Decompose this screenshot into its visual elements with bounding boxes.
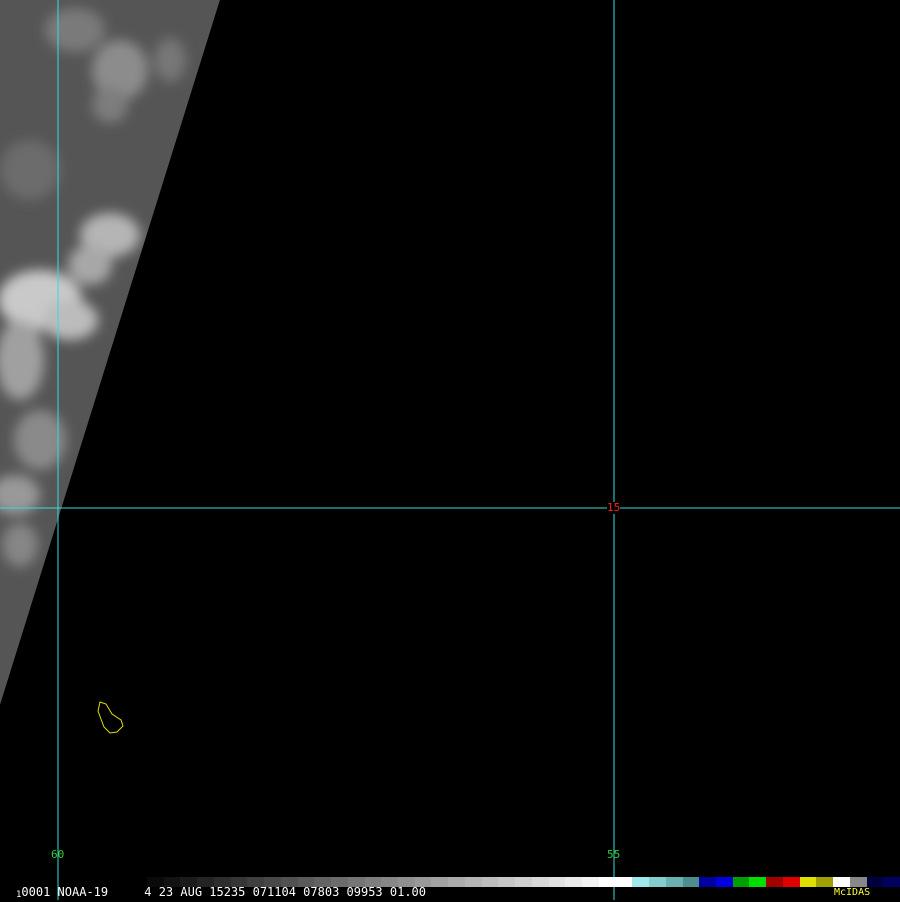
colorbar-swatch (632, 877, 650, 887)
colorbar-swatch (582, 877, 599, 887)
colorbar-swatch (766, 877, 783, 887)
colorbar-swatch (464, 877, 482, 887)
colorbar-swatch (799, 877, 817, 887)
colorbar-swatch (833, 877, 850, 887)
colorbar-swatch (498, 877, 516, 887)
colorbar-swatch (548, 877, 566, 887)
colorbar-swatch (849, 877, 867, 887)
colorbar-swatch (615, 877, 633, 887)
colorbar-swatch (515, 877, 532, 887)
mcidas-logo: McIDAS (834, 887, 871, 898)
status-text: 0001 NOAA-19 4 23 AUG 15235 071104 07803… (21, 885, 426, 899)
colorbar-swatch (565, 877, 583, 887)
colorbar-swatch (665, 877, 683, 887)
latitude-label-15: 15 (607, 501, 621, 514)
colorbar-swatch (649, 877, 666, 887)
colorbar-swatch (431, 877, 449, 887)
colorbar-swatch (598, 877, 616, 887)
colorbar-swatch (782, 877, 800, 887)
colorbar-swatch (448, 877, 465, 887)
colorbar-swatch (866, 877, 884, 887)
colorbar-swatch (732, 877, 750, 887)
colorbar-swatch (883, 877, 900, 887)
colorbar-swatch (749, 877, 767, 887)
longitude-label-55: 55 (607, 848, 621, 861)
colorbar-swatch (682, 877, 700, 887)
colorbar-swatch (481, 877, 499, 887)
colorbar-swatch (531, 877, 549, 887)
satellite-map (0, 0, 900, 900)
colorbar-swatch (699, 877, 716, 887)
colorbar-swatch (816, 877, 834, 887)
longitude-label-60: 60 (51, 848, 65, 861)
colorbar-swatch (715, 877, 733, 887)
